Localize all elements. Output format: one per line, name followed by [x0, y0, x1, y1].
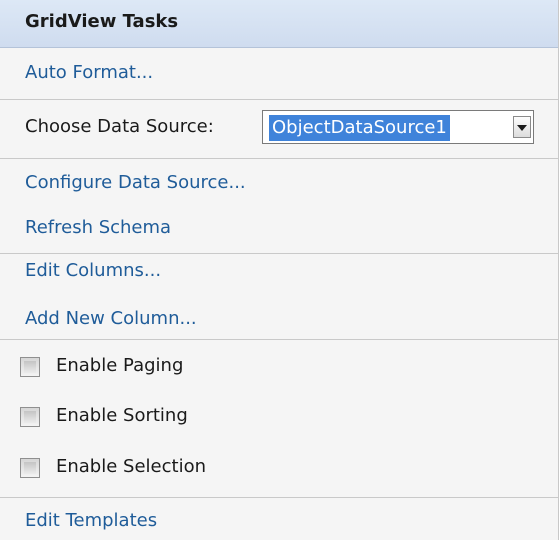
dropdown-arrow-button[interactable] [513, 116, 531, 138]
divider [0, 158, 558, 159]
edit-templates-link[interactable]: Edit Templates [25, 510, 157, 531]
divider [0, 497, 558, 498]
enable-sorting-label[interactable]: Enable Sorting [56, 405, 188, 426]
choose-data-source-label: Choose Data Source: [25, 116, 214, 137]
enable-sorting-checkbox[interactable] [20, 407, 40, 427]
data-source-dropdown[interactable]: ObjectDataSource1 [262, 110, 534, 144]
divider [0, 253, 558, 254]
edit-columns-link[interactable]: Edit Columns... [25, 260, 161, 281]
add-new-column-link[interactable]: Add New Column... [25, 308, 197, 329]
refresh-schema-link[interactable]: Refresh Schema [25, 217, 171, 238]
data-source-selected-value: ObjectDataSource1 [269, 115, 450, 141]
divider [0, 99, 558, 100]
auto-format-link[interactable]: Auto Format... [25, 62, 153, 83]
panel-title: GridView Tasks [25, 11, 179, 32]
enable-selection-checkbox[interactable] [20, 458, 40, 478]
enable-paging-checkbox[interactable] [20, 357, 40, 377]
chevron-down-icon [517, 125, 527, 131]
configure-data-source-link[interactable]: Configure Data Source... [25, 172, 246, 193]
enable-selection-label[interactable]: Enable Selection [56, 456, 206, 477]
enable-paging-label[interactable]: Enable Paging [56, 355, 183, 376]
panel-header: GridView Tasks [0, 0, 558, 48]
divider [0, 339, 558, 340]
gridview-tasks-panel: GridView Tasks Auto Format... Choose Dat… [0, 0, 559, 540]
